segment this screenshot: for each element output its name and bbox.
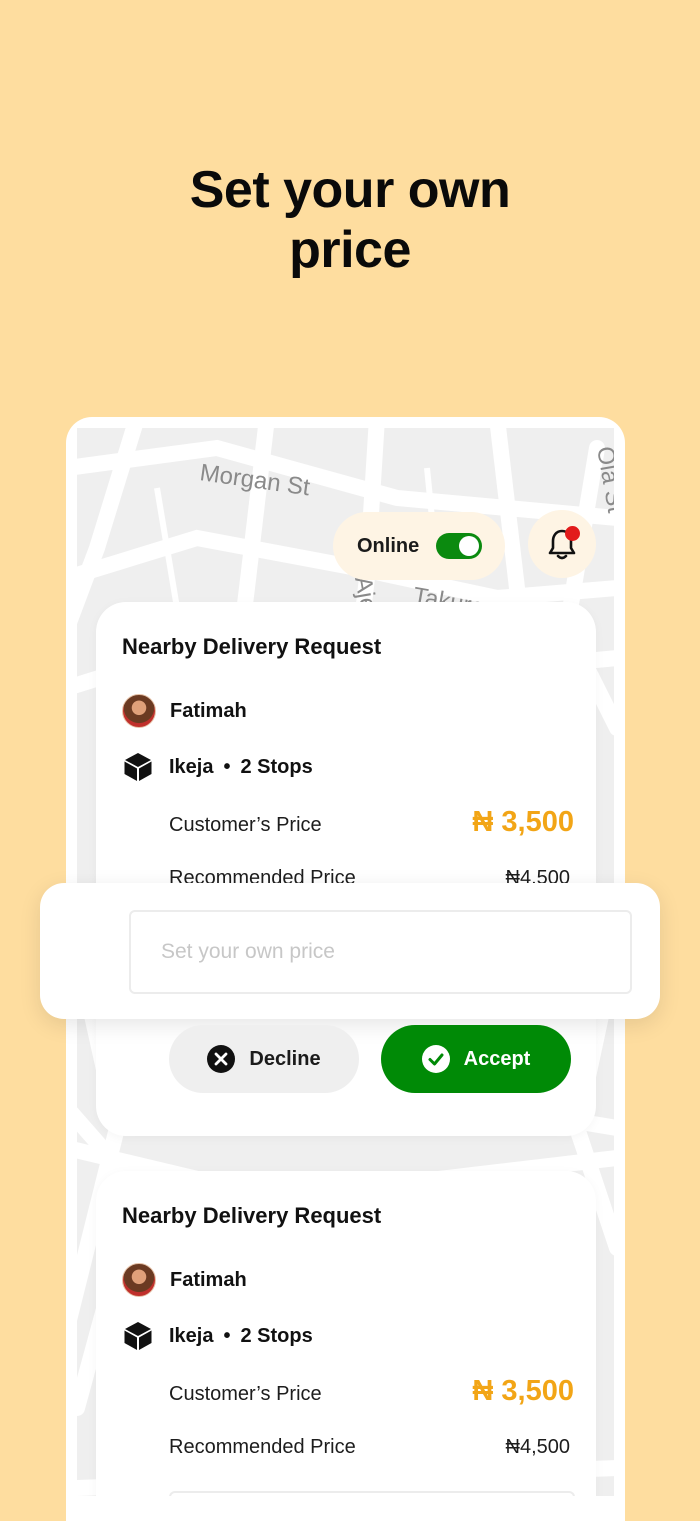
notifications-button[interactable] [528,510,596,578]
set-price-panel [40,883,660,1019]
pickup-location: Ikeja [169,755,214,778]
headline-line-1: Set your own [189,161,511,219]
decline-button[interactable]: Decline [169,1025,359,1093]
card-title: Nearby Delivery Request [122,634,382,659]
headline-line-2: price [289,221,411,279]
separator-dot: • [223,755,231,778]
avatar [122,694,156,728]
accept-button[interactable]: Accept [381,1025,571,1093]
pickup-location: Ikeja [169,1324,214,1347]
customer-row: Fatimah [122,1263,247,1297]
route-row: Ikeja • 2 Stops [122,1321,313,1351]
package-icon [124,1322,152,1350]
customer-price-value: ₦ 3,500 [472,806,574,838]
route-row: Ikeja • 2 Stops [122,752,313,782]
stops-count: 2 Stops [240,1324,313,1347]
own-price-input[interactable] [129,910,632,994]
close-circle-icon [207,1045,236,1073]
check-circle-icon [421,1045,450,1073]
accept-label: Accept [463,1047,531,1070]
avatar [122,1263,156,1297]
online-status-pill[interactable]: Online [333,512,505,580]
recommended-price-value: ₦4,500 [505,1436,571,1458]
customer-price-value: ₦ 3,500 [472,1375,574,1407]
customer-row: Fatimah [122,694,247,728]
stops-count: 2 Stops [240,755,313,778]
delivery-request-card[interactable]: Nearby Delivery Request Fatimah Ikeja • … [96,1171,596,1521]
online-status-label: Online [357,534,420,557]
online-toggle[interactable] [436,533,482,559]
decline-label: Decline [249,1047,321,1070]
recommended-price-label: Recommended Price [169,1436,356,1458]
customer-name: Fatimah [170,699,247,722]
package-icon [124,753,152,781]
customer-price-label: Customer’s Price [169,814,322,836]
toggle-knob [459,536,479,556]
customer-name: Fatimah [170,1268,247,1291]
phone-frame-bottom [77,1496,614,1521]
customer-price-label: Customer’s Price [169,1383,322,1405]
page-headline: Set your own price [0,160,700,280]
separator-dot: • [223,1324,231,1347]
notification-badge [565,526,580,541]
card-title: Nearby Delivery Request [122,1203,382,1228]
